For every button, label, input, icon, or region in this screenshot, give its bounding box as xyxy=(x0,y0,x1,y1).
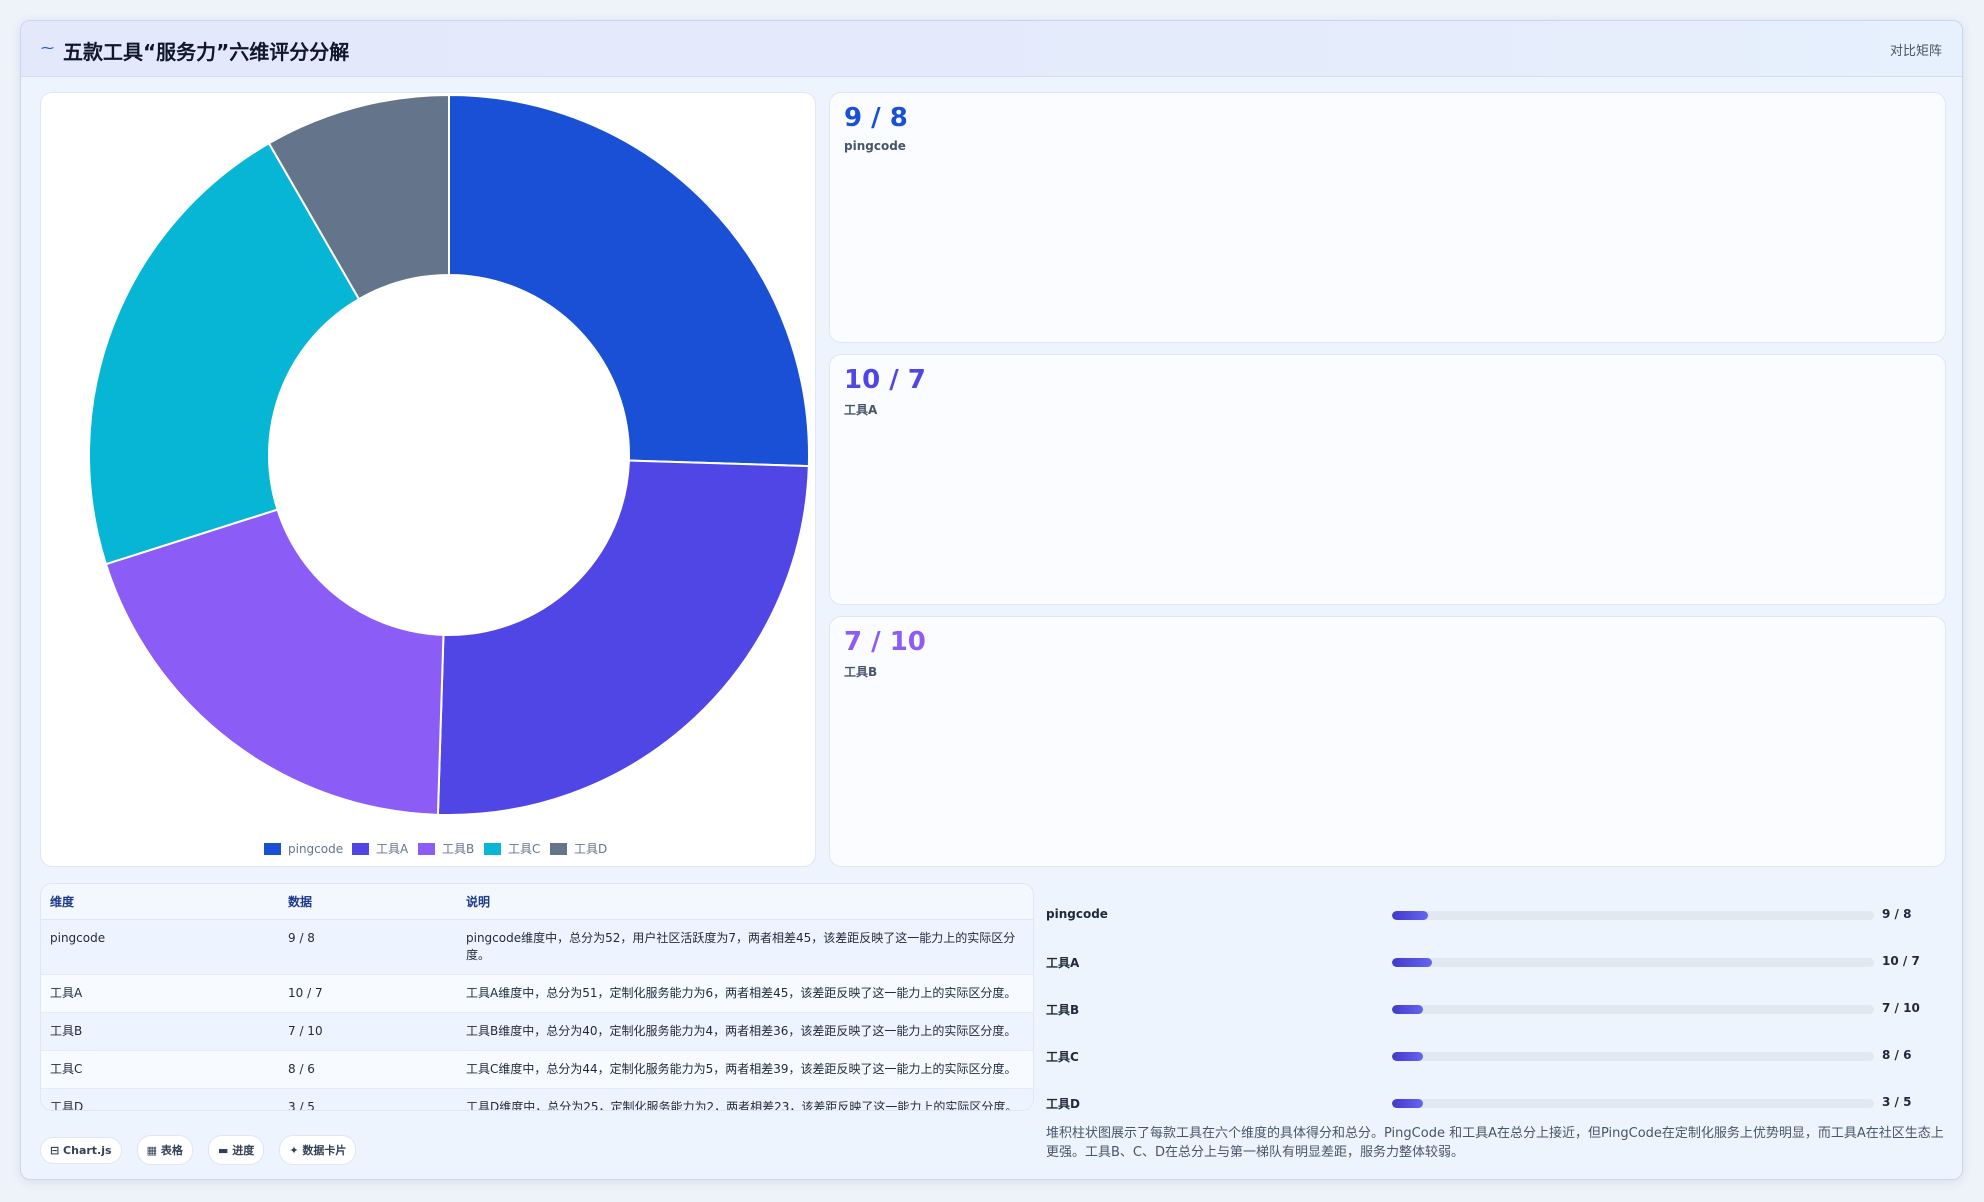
cell-data: 10 / 7 xyxy=(279,974,457,1013)
dashboard-window: ⁓ 五款工具“服务力”六维评分分解 对比矩阵 pingcode 工具A 工具B 工具C… xyxy=(20,20,1963,1180)
page-title: 五款工具“服务力”六维评分分解 xyxy=(63,40,350,64)
legend-swatch xyxy=(264,843,281,855)
legend-item-1[interactable]: 工具A xyxy=(352,842,409,856)
tag-chartjs[interactable]: ⊟ Chart.js xyxy=(40,1137,122,1164)
progress-label: 工具A xyxy=(1046,956,1080,970)
tag-progress[interactable]: ▬ 进度 xyxy=(207,1135,265,1165)
stat-card-pingcode: 9 / 8 pingcode xyxy=(829,92,1946,343)
stat-card-label: 工具A xyxy=(844,403,878,417)
summary-text: 堆积柱状图展示了每款工具在六个维度的具体得分和总分。PingCode 和工具A在… xyxy=(1046,1126,1944,1160)
tech-tags: ⊟ Chart.js ▦ 表格 ▬ 进度 ✦ 数据卡片 xyxy=(40,1135,366,1165)
progress-value: 10 / 7 xyxy=(1882,954,1920,968)
progress-row: pingcode 9 / 8 xyxy=(1046,906,1946,926)
progress-fill xyxy=(1392,1052,1424,1061)
tag-table[interactable]: ▦ 表格 xyxy=(136,1135,193,1165)
cell-name: 工具C xyxy=(41,1050,279,1089)
progress-row: 工具A 10 / 7 xyxy=(1046,953,1946,973)
progress-row: 工具D 3 / 5 xyxy=(1046,1094,1946,1114)
logo-icon: ⁓ xyxy=(41,41,54,56)
tag-data-cards[interactable]: ✦ 数据卡片 xyxy=(279,1135,357,1165)
progress-label: 工具D xyxy=(1046,1097,1080,1111)
legend-item-3[interactable]: 工具C xyxy=(484,842,540,856)
cell-description: 工具D维度中，总分为25，定制化服务能力为2，两者相差23，该差距反映了这一能力… xyxy=(457,1088,1033,1110)
progress-label: pingcode xyxy=(1046,907,1108,921)
legend-item-0[interactable]: pingcode xyxy=(264,842,343,856)
donut-slice-1[interactable] xyxy=(436,459,810,816)
stat-card-tool-b: 7 / 10 工具B xyxy=(829,616,1946,867)
progress-track xyxy=(1392,1099,1874,1108)
data-table-panel: 维度 数据 说明 pingcode 9 / 8 pingcode维度中，总分为5… xyxy=(40,883,1034,1111)
donut-slice-0[interactable] xyxy=(448,93,810,468)
legend-item-4[interactable]: 工具D xyxy=(550,842,607,856)
legend-swatch xyxy=(484,843,501,855)
cell-data: 8 / 6 xyxy=(279,1050,457,1089)
legend-swatch xyxy=(418,843,435,855)
cell-name: 工具A xyxy=(41,974,279,1013)
legend-label: 工具B xyxy=(442,842,474,856)
progress-value: 7 / 10 xyxy=(1882,1001,1920,1015)
cell-description: 工具A维度中，总分为51，定制化服务能力为6，两者相差45，该差距反映了这一能力… xyxy=(457,974,1033,1013)
progress-value: 8 / 6 xyxy=(1882,1048,1912,1062)
cell-description: pingcode维度中，总分为52，用户社区活跃度为7，两者相差45，该差距反映… xyxy=(457,919,1033,975)
data-table: 维度 数据 说明 pingcode 9 / 8 pingcode维度中，总分为5… xyxy=(41,884,1033,1110)
cell-name: pingcode xyxy=(41,919,279,975)
legend-label: 工具A xyxy=(376,842,409,856)
table-row: 工具A 10 / 7 工具A维度中，总分为51，定制化服务能力为6，两者相差45… xyxy=(41,974,1033,1013)
donut-chart: pingcode 工具A 工具B 工具C 工具D xyxy=(88,93,810,856)
legend-label: pingcode xyxy=(288,842,343,856)
view-mode-label[interactable]: 对比矩阵 xyxy=(1890,40,1942,59)
legend-label: 工具C xyxy=(508,842,540,856)
stat-card-label: 工具B xyxy=(844,665,878,679)
stat-card-label: pingcode xyxy=(844,139,906,153)
cell-data: 7 / 10 xyxy=(279,1012,457,1051)
cell-name: 工具D xyxy=(41,1088,279,1110)
progress-label: 工具C xyxy=(1046,1050,1079,1064)
legend-item-2[interactable]: 工具B xyxy=(418,842,474,856)
header-bar: ⁓ 五款工具“服务力”六维评分分解 对比矩阵 xyxy=(21,21,1962,77)
stat-card-value: 10 / 7 xyxy=(844,365,926,395)
progress-fill xyxy=(1392,1099,1424,1108)
progress-label: 工具B xyxy=(1046,1003,1080,1017)
progress-row: 工具B 7 / 10 xyxy=(1046,1000,1946,1020)
column-header-dimension: 维度 xyxy=(41,884,279,920)
stat-card-value: 9 / 8 xyxy=(844,103,908,133)
cell-data: 3 / 5 xyxy=(279,1088,457,1110)
stat-card-value: 7 / 10 xyxy=(844,627,926,657)
cell-description: 工具B维度中，总分为40，定制化服务能力为4，两者相差36，该差距反映了这一能力… xyxy=(457,1012,1033,1051)
table-row: 工具C 8 / 6 工具C维度中，总分为44，定制化服务能力为5，两者相差39，… xyxy=(41,1050,1033,1089)
stat-card-tool-a: 10 / 7 工具A xyxy=(829,354,1946,605)
progress-fill xyxy=(1392,958,1432,967)
progress-value: 9 / 8 xyxy=(1882,907,1912,921)
progress-fill xyxy=(1392,1005,1424,1014)
progress-row: 工具C 8 / 6 xyxy=(1046,1047,1946,1067)
donut-chart-panel: pingcode 工具A 工具B 工具C 工具D xyxy=(40,92,816,867)
column-header-description: 说明 xyxy=(457,884,1033,920)
cell-data: 9 / 8 xyxy=(279,919,457,975)
legend-swatch xyxy=(352,843,369,855)
cell-name: 工具B xyxy=(41,1012,279,1051)
progress-track xyxy=(1392,1052,1874,1061)
progress-list: pingcode 9 / 8 工具A 10 / 7 工具B 7 / 10 工具C… xyxy=(1046,883,1946,1111)
progress-track xyxy=(1392,958,1874,967)
cell-description: 工具C维度中，总分为44，定制化服务能力为5，两者相差39，该差距反映了这一能力… xyxy=(457,1050,1033,1089)
donut-slice-2[interactable] xyxy=(104,508,445,816)
table-header-row: 维度 数据 说明 xyxy=(41,884,1033,920)
table-row: pingcode 9 / 8 pingcode维度中，总分为52，用户社区活跃度… xyxy=(41,919,1033,975)
table-row: 工具B 7 / 10 工具B维度中，总分为40，定制化服务能力为4，两者相差36… xyxy=(41,1012,1033,1051)
column-header-data: 数据 xyxy=(279,884,457,920)
legend-swatch xyxy=(550,843,567,855)
legend-label: 工具D xyxy=(574,842,607,856)
table-row: 工具D 3 / 5 工具D维度中，总分为25，定制化服务能力为2，两者相差23，… xyxy=(41,1088,1033,1110)
progress-value: 3 / 5 xyxy=(1882,1095,1912,1109)
progress-track xyxy=(1392,911,1874,920)
progress-track xyxy=(1392,1005,1874,1014)
progress-fill xyxy=(1392,911,1429,920)
